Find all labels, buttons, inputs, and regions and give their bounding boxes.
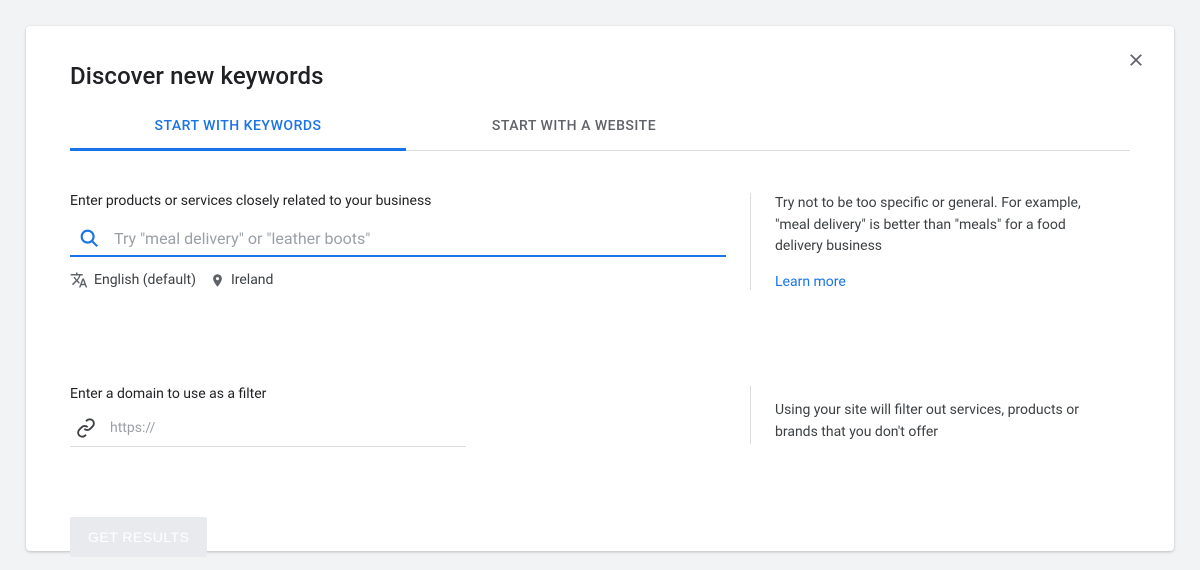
close-button[interactable]: [1124, 48, 1148, 72]
keywords-label: Enter products or services closely relat…: [70, 193, 726, 209]
keyword-planner-card: Discover new keywords START WITH KEYWORD…: [26, 26, 1174, 551]
tab-keywords[interactable]: START WITH KEYWORDS: [70, 106, 406, 151]
get-results-button[interactable]: GET RESULTS: [70, 517, 207, 557]
translate-icon: [70, 271, 88, 289]
location-label: Ireland: [231, 272, 274, 288]
domain-section: Enter a domain to use as a filter Using …: [70, 386, 1130, 447]
learn-more-link[interactable]: Learn more: [775, 274, 846, 290]
close-icon: [1127, 51, 1145, 69]
location-selector[interactable]: Ireland: [210, 272, 274, 288]
language-label: English (default): [94, 272, 196, 288]
link-icon: [76, 418, 96, 438]
domain-input-wrap: [70, 414, 466, 447]
page-title: Discover new keywords: [70, 62, 1130, 90]
language-selector[interactable]: English (default): [70, 271, 196, 289]
search-icon: [78, 227, 100, 249]
keywords-input-wrap: [70, 221, 726, 257]
keywords-section: Enter products or services closely relat…: [70, 193, 1130, 290]
tab-bar: START WITH KEYWORDS START WITH A WEBSITE: [70, 106, 1130, 151]
location-icon: [210, 273, 225, 288]
keywords-input[interactable]: [114, 229, 726, 248]
keywords-hint: Try not to be too specific or general. F…: [775, 193, 1114, 258]
domain-input[interactable]: [110, 420, 466, 436]
domain-hint: Using your site will filter out services…: [775, 400, 1114, 443]
tab-website[interactable]: START WITH A WEBSITE: [406, 106, 742, 150]
domain-label: Enter a domain to use as a filter: [70, 386, 726, 402]
